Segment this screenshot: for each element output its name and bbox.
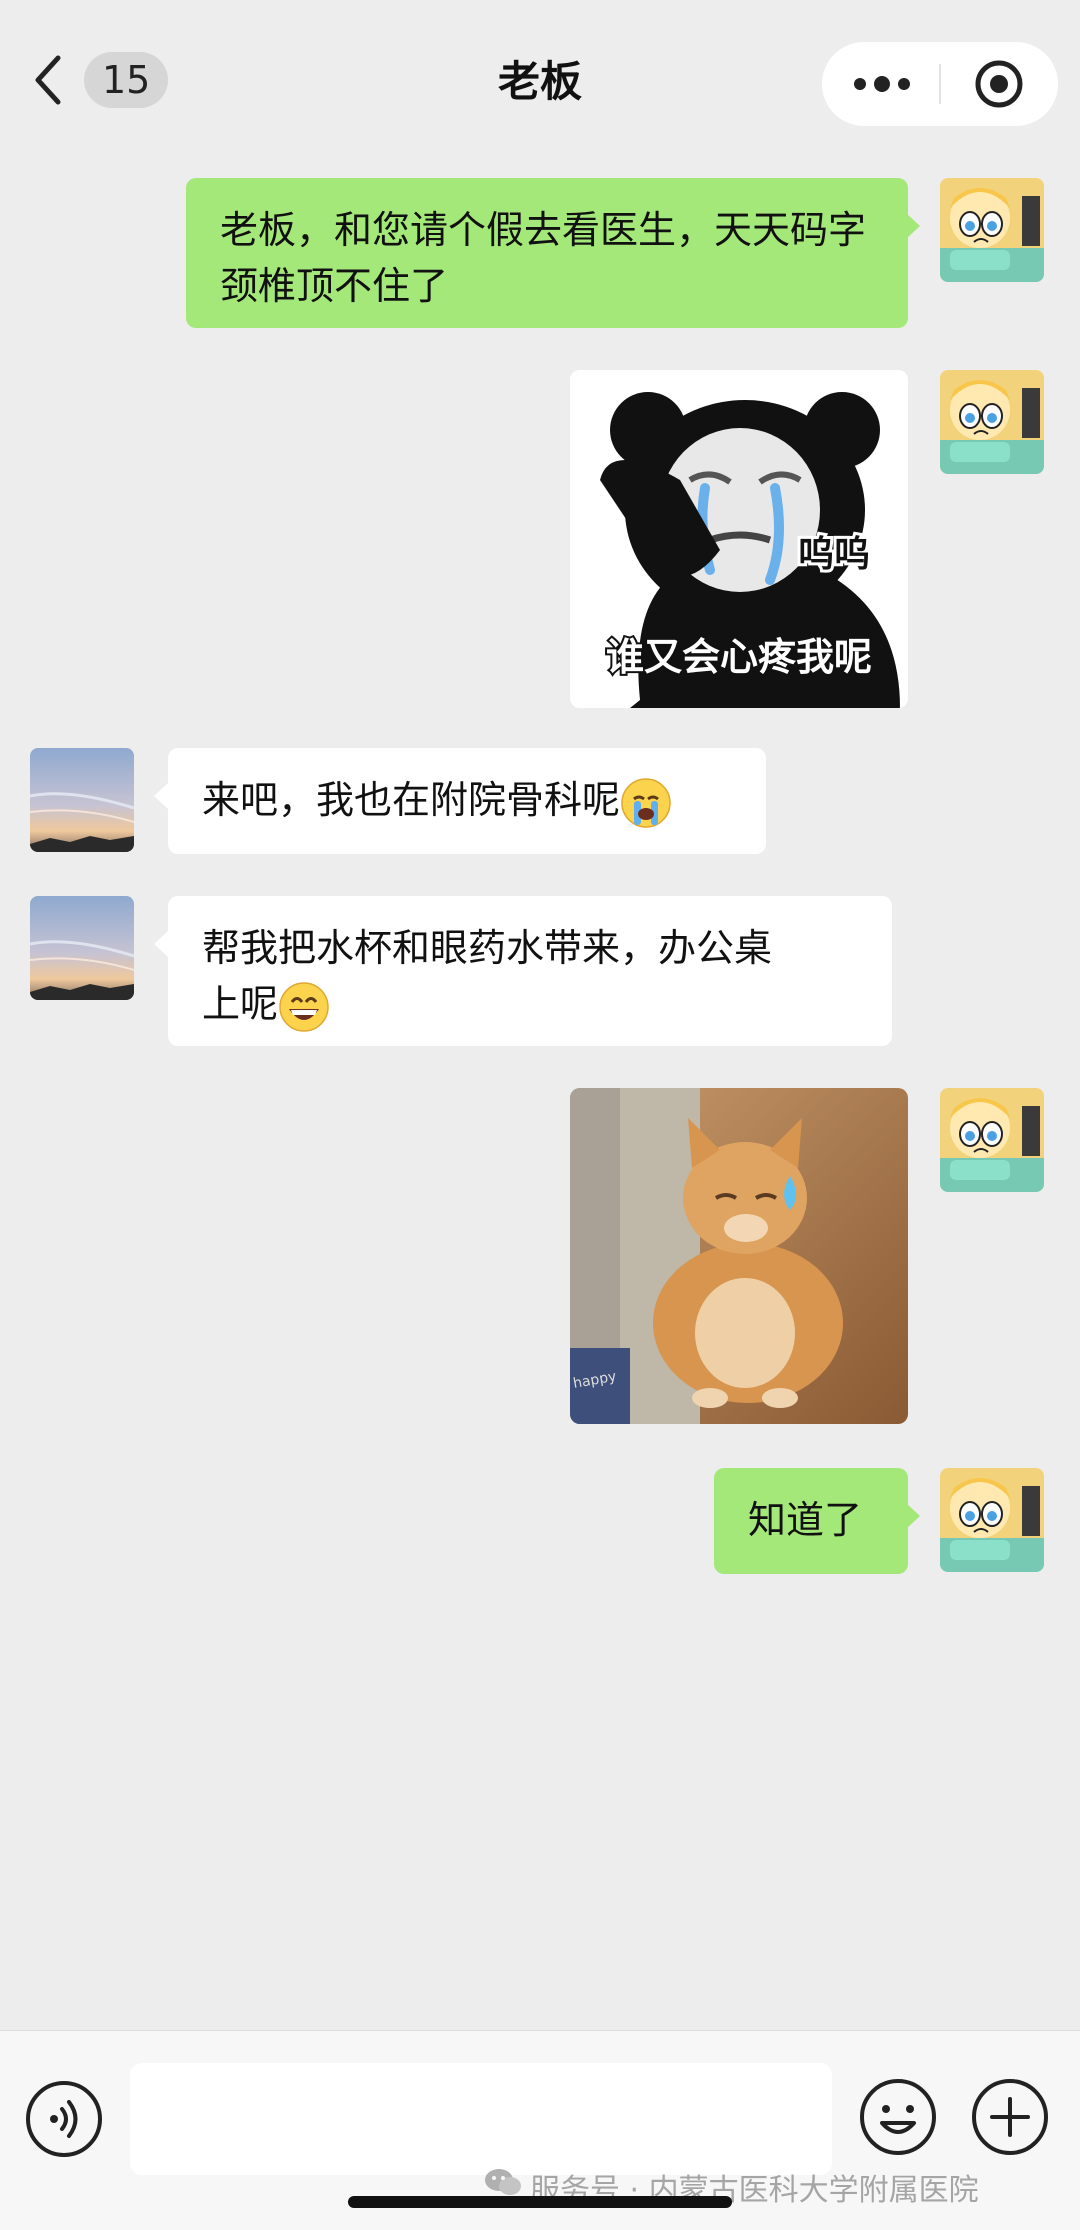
orange-cat-photo-icon: happy	[570, 1088, 908, 1424]
my-avatar[interactable]	[940, 1468, 1044, 1572]
contact-avatar[interactable]	[30, 896, 134, 1000]
emoji-button[interactable]	[858, 2077, 938, 2157]
close-button[interactable]	[940, 42, 1058, 126]
message-bubble-sent[interactable]: 老板，和您请个假去看医生，天天码字颈椎顶不住了	[186, 178, 908, 328]
message-text: 知道了	[748, 1498, 863, 1542]
miniprogram-capsule	[822, 42, 1058, 126]
message-input[interactable]	[130, 2063, 832, 2175]
sticker-caption-2: 谁又会心疼我呢	[606, 635, 872, 679]
plus-icon	[972, 2079, 1048, 2155]
more-button[interactable]	[822, 42, 940, 126]
crying-panda-sticker-icon: 呜呜 谁又会心疼我呢	[570, 370, 908, 708]
image-message[interactable]: happy	[570, 1088, 908, 1424]
grinning-face-emoji-icon	[279, 981, 329, 1032]
message-text: 来吧，我也在附院骨科呢	[202, 778, 621, 822]
message-text-line-1: 帮我把水杯和眼药水带来，办公桌	[202, 926, 773, 970]
more-dots-icon	[854, 76, 910, 92]
sunset-sky-avatar-icon	[30, 748, 134, 852]
bubble-tail	[154, 783, 168, 809]
cartoon-girl-avatar-icon	[940, 1088, 1044, 1192]
cartoon-girl-avatar-icon	[940, 370, 1044, 474]
cartoon-girl-avatar-icon	[940, 1468, 1044, 1572]
message-text-line-2: 上呢	[202, 982, 279, 1026]
chat-header: 15 老板	[0, 0, 1080, 135]
sticker-caption-1: 呜呜	[798, 534, 870, 575]
my-avatar[interactable]	[940, 1088, 1044, 1192]
my-avatar[interactable]	[940, 178, 1044, 282]
voice-icon	[26, 2081, 102, 2157]
home-indicator	[348, 2196, 732, 2208]
message-bubble-sent[interactable]: 知道了	[714, 1468, 908, 1574]
smiley-icon	[860, 2079, 936, 2155]
sticker-message[interactable]: 呜呜 谁又会心疼我呢	[570, 370, 908, 708]
target-icon	[975, 60, 1023, 108]
sunset-sky-avatar-icon	[30, 896, 134, 1000]
bubble-tail	[154, 931, 168, 957]
crying-face-emoji-icon	[621, 777, 671, 828]
message-text: 老板，和您请个假去看医生，天天码字颈椎顶不住了	[220, 208, 867, 308]
plus-button[interactable]	[970, 2077, 1050, 2157]
voice-button[interactable]	[24, 2079, 104, 2159]
message-bubble-received[interactable]: 来吧，我也在附院骨科呢	[168, 748, 766, 854]
my-avatar[interactable]	[940, 370, 1044, 474]
contact-avatar[interactable]	[30, 748, 134, 852]
bubble-tail	[906, 213, 920, 239]
message-bubble-received[interactable]: 帮我把水杯和眼药水带来，办公桌 上呢	[168, 896, 892, 1046]
bubble-tail	[906, 1503, 920, 1529]
cartoon-girl-avatar-icon	[940, 178, 1044, 282]
wechat-icon	[485, 2169, 521, 2195]
